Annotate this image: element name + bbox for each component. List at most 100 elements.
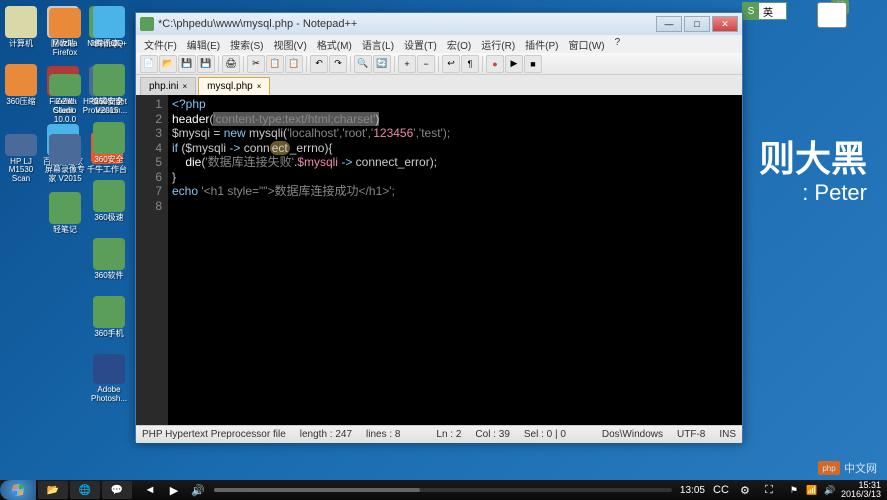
desktop-icon-label: 计算机	[9, 40, 33, 49]
str-password: 123456	[373, 126, 413, 140]
menubar: 文件(F)编辑(E)搜索(S)视图(V)格式(M)语言(L)设置(T)宏(O)运…	[136, 35, 742, 53]
desktop-icon[interactable]: 360极速	[88, 180, 130, 230]
record-macro-icon[interactable]: ●	[486, 55, 504, 73]
taskbar-app-3[interactable]: 💬	[102, 481, 132, 499]
taskbar-app-1[interactable]: 📂	[38, 481, 68, 499]
desktop-icon[interactable]: 屏幕录像专家 V2015	[44, 134, 86, 184]
desktop: 计算机回收站360杀毒360压缩FileZilla ClientHP Laser…	[0, 0, 135, 480]
titlebar[interactable]: *C:\phpedu\www\mysql.php - Notepad++ — □…	[136, 13, 742, 35]
menu-item[interactable]: 语言(L)	[358, 35, 398, 53]
menu-item[interactable]: 插件(P)	[521, 35, 562, 53]
desktop-icon-label: 腾讯QQ	[95, 40, 123, 49]
wallpaper-subtitle: : Peter	[802, 180, 867, 206]
cut-icon[interactable]: ✂	[247, 55, 265, 73]
menu-item[interactable]: ?	[611, 35, 625, 53]
captions-icon[interactable]: CC	[713, 482, 729, 498]
menu-item[interactable]: 格式(M)	[313, 35, 356, 53]
calendar-widget[interactable]	[817, 2, 847, 28]
ime-s-icon: S	[743, 3, 759, 19]
code-area[interactable]: <?php header('content-type:text/html;cha…	[168, 95, 742, 425]
desktop-icon-label: Mozilla Firefox	[44, 40, 86, 58]
progress-fill	[214, 488, 420, 492]
wrap-icon[interactable]: ↩	[442, 55, 460, 73]
desktop-icon-label: Adobe Photosh...	[88, 386, 130, 404]
zoom-out-icon[interactable]: −	[417, 55, 435, 73]
paren: )	[375, 112, 379, 126]
menu-item[interactable]: 宏(O)	[443, 35, 475, 53]
line-number: 4	[138, 141, 162, 156]
tab-label: php.ini	[149, 81, 178, 92]
line-number: 7	[138, 184, 162, 199]
tab-close-icon[interactable]: ×	[182, 82, 187, 91]
save-all-icon[interactable]: 💾	[197, 55, 215, 73]
fn-header: header	[172, 112, 209, 126]
stop-macro-icon[interactable]: ■	[524, 55, 542, 73]
desktop-icon[interactable]: HP LJ M1530 Scan	[0, 134, 42, 184]
editor[interactable]: 123456 78 <?php header('content-type:text…	[136, 95, 742, 425]
minimize-button[interactable]: —	[656, 16, 682, 32]
copy-icon[interactable]: 📋	[266, 55, 284, 73]
menu-item[interactable]: 编辑(E)	[183, 35, 224, 53]
menu-item[interactable]: 搜索(S)	[226, 35, 267, 53]
tab-close-icon[interactable]: ×	[257, 82, 262, 91]
print-icon[interactable]: 🖨	[222, 55, 240, 73]
desktop-icon[interactable]: 360安全	[88, 122, 130, 172]
desktop-icon[interactable]: 360手机	[88, 296, 130, 346]
ime-lang: 英	[759, 4, 777, 19]
line-number: 8	[138, 199, 162, 214]
desktop-icon[interactable]: 360软件	[88, 238, 130, 288]
fn-die: die	[185, 155, 201, 169]
menu-item[interactable]: 窗口(W)	[565, 35, 609, 53]
redo-icon[interactable]: ↷	[329, 55, 347, 73]
open-file-icon[interactable]: 📂	[159, 55, 177, 73]
menu-item[interactable]: 视图(V)	[269, 35, 310, 53]
menu-item[interactable]: 文件(F)	[140, 35, 181, 53]
menu-item[interactable]: 设置(T)	[400, 35, 441, 53]
desktop-icon-label: 屏幕录像专家 V2015	[44, 166, 86, 184]
editor-tab[interactable]: mysql.php×	[198, 77, 270, 95]
desktop-icon[interactable]: 轻笔记	[44, 192, 86, 242]
menu-item[interactable]: 运行(R)	[477, 35, 519, 53]
taskbar-app-2[interactable]: 🌐	[70, 481, 100, 499]
desktop-icon[interactable]: 计算机	[0, 6, 42, 56]
tray-network-icon[interactable]: 📶	[805, 483, 819, 497]
zoom-in-icon[interactable]: +	[398, 55, 416, 73]
desktop-icon[interactable]: 360压缩	[0, 64, 42, 114]
save-icon[interactable]: 💾	[178, 55, 196, 73]
desktop-icon[interactable]: Mozilla Firefox	[44, 8, 86, 58]
php-open-tag: <?php	[172, 97, 206, 111]
volume-icon[interactable]: 🔊	[190, 482, 206, 498]
settings-icon[interactable]: ⚙	[737, 482, 753, 498]
find-icon[interactable]: 🔍	[354, 55, 372, 73]
replace-icon[interactable]: 🔄	[373, 55, 391, 73]
status-length: length : 247	[300, 429, 352, 440]
new-file-icon[interactable]: 📄	[140, 55, 158, 73]
start-button[interactable]	[0, 480, 36, 500]
paste-icon[interactable]: 📋	[285, 55, 303, 73]
desktop-icon[interactable]: 腾讯QQ	[88, 6, 130, 56]
close-button[interactable]: ✕	[712, 16, 738, 32]
progress-bar[interactable]	[214, 488, 672, 492]
maximize-button[interactable]: □	[684, 16, 710, 32]
editor-tab[interactable]: php.ini ×	[140, 77, 196, 95]
desktop-icon[interactable]: Zend Studio 10.0.0	[44, 74, 86, 124]
play-icon[interactable]: ▶	[166, 482, 182, 498]
tray-sound-icon[interactable]: 🔊	[823, 483, 837, 497]
desktop-icon-label: 360极速	[94, 214, 123, 223]
show-symbols-icon[interactable]: ¶	[461, 55, 479, 73]
clock-date[interactable]: 2016/3/13	[841, 490, 881, 499]
ime-bar[interactable]: S 英	[742, 2, 787, 20]
tray-flag-icon[interactable]: ⚑	[787, 483, 801, 497]
line-number: 5	[138, 155, 162, 170]
undo-icon[interactable]: ↶	[310, 55, 328, 73]
wallpaper-title: 则大黑	[759, 130, 867, 182]
play-macro-icon[interactable]: ▶	[505, 55, 523, 73]
desktop-icon-label: 360手机	[94, 330, 123, 339]
watermark: php 中文网	[818, 460, 877, 476]
prev-track-icon[interactable]: ◄	[142, 482, 158, 498]
fullscreen-icon[interactable]: ⛶	[761, 482, 777, 498]
player-time: 13:05	[680, 485, 705, 496]
desktop-icon[interactable]: Adobe Photosh...	[88, 354, 130, 404]
desktop-icon[interactable]: 360安全	[88, 64, 130, 114]
desktop-icon-label: 360压缩	[6, 98, 35, 107]
